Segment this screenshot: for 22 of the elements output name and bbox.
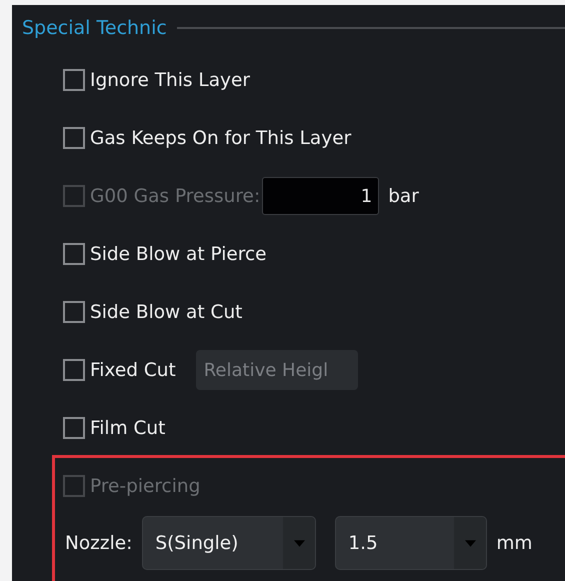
checkbox-label: Side Blow at Pierce [90,244,267,264]
checkbox-label: Fixed Cut [90,360,176,380]
checkbox-label: Side Blow at Cut [90,302,242,322]
dropdown[interactable]: S(Single) [142,516,316,570]
unit-label: mm [496,532,532,554]
unit-label: bar [388,186,419,206]
checkbox[interactable] [63,243,85,265]
checkbox[interactable] [63,69,85,91]
checkbox-label: Film Cut [90,418,166,438]
field-label: Nozzle: [65,532,132,554]
checkbox[interactable] [63,359,85,381]
dropdown-arrow-icon [464,540,476,546]
checkbox-label: Ignore This Layer [90,70,250,90]
checkbox[interactable] [63,127,85,149]
group-title: Special Technic [21,17,168,39]
checkbox-label: Pre-piercing [90,476,200,496]
dropdown[interactable]: 1.5 [335,516,488,570]
checkbox[interactable] [63,301,85,323]
dropdown-arrow-icon [294,540,305,546]
checkbox[interactable] [63,417,85,439]
checkbox-label: Gas Keeps On for This Layer [90,128,352,148]
checkbox-label: G00 Gas Pressure: [90,186,260,206]
